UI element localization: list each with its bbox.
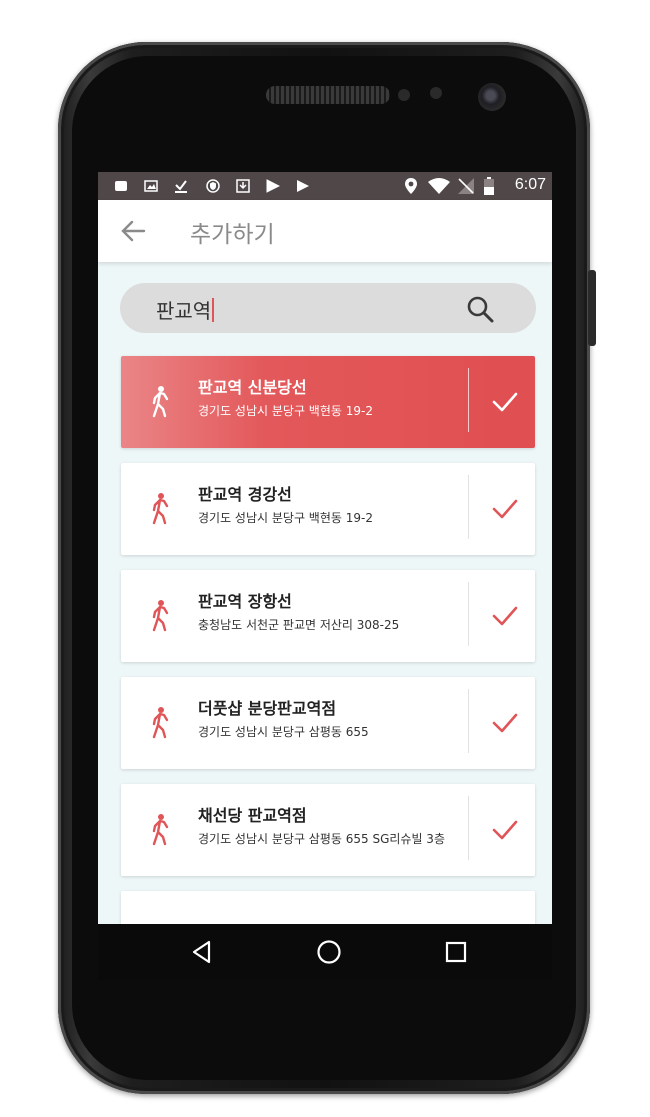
search-icon[interactable] bbox=[466, 295, 494, 323]
download-done-icon bbox=[175, 180, 187, 193]
walking-person-icon bbox=[152, 600, 169, 632]
result-card[interactable]: 더풋샵 분당판교역점경기도 성남시 분당구 삼평동 655 bbox=[121, 677, 535, 769]
search-input-value: 판교역 bbox=[156, 299, 212, 323]
check-icon[interactable] bbox=[491, 711, 519, 735]
nav-recents-icon[interactable] bbox=[442, 938, 470, 966]
result-address: 충청남도 서천군 판교면 저산리 308-25 bbox=[198, 618, 400, 632]
walking-person-icon bbox=[152, 814, 169, 846]
result-card[interactable]: 채선당 판교역점경기도 성남시 분당구 삼평동 655 SG리슈빌 3층 bbox=[121, 784, 535, 876]
phone-screen: 6:07 추가하기 판교역 판교역 신분당선경기도 성남시 분당구 백현동 19… bbox=[98, 172, 552, 980]
no-signal-icon bbox=[458, 178, 474, 194]
shield-icon bbox=[206, 179, 220, 193]
result-name: 채선당 판교역점 bbox=[198, 806, 307, 825]
phone-speaker bbox=[266, 86, 390, 104]
result-address: 경기도 성남시 분당구 삼평동 655 SG리슈빌 3층 bbox=[198, 832, 445, 846]
search-input[interactable]: 판교역 bbox=[156, 295, 215, 324]
check-icon[interactable] bbox=[491, 390, 519, 414]
result-address: 경기도 성남시 분당구 삼평동 655 bbox=[198, 725, 369, 739]
card-divider bbox=[468, 796, 469, 860]
card-divider bbox=[468, 475, 469, 539]
result-address: 경기도 성남시 분당구 백현동 19-2 bbox=[198, 404, 373, 418]
flag-icon bbox=[297, 180, 309, 192]
battery-icon bbox=[484, 177, 494, 195]
navigation-bar bbox=[98, 924, 552, 980]
location-icon bbox=[405, 178, 417, 194]
phone-camera bbox=[478, 83, 506, 111]
result-card[interactable]: 판교역 신분당선경기도 성남시 분당구 백현동 19-2 bbox=[121, 356, 535, 448]
phone-sensor bbox=[430, 87, 442, 99]
phone-power-button bbox=[588, 270, 596, 346]
nav-back-icon[interactable] bbox=[188, 938, 216, 966]
result-name: 더풋샵 분당판교역점 bbox=[198, 699, 337, 718]
walking-person-icon bbox=[152, 707, 169, 739]
message-icon bbox=[115, 181, 127, 191]
result-card[interactable]: 판교역 경강선경기도 성남시 분당구 백현동 19-2 bbox=[121, 463, 535, 555]
walking-person-icon bbox=[152, 386, 169, 418]
result-name: 판교역 경강선 bbox=[198, 485, 292, 504]
nav-home-icon[interactable] bbox=[315, 938, 343, 966]
check-icon[interactable] bbox=[491, 818, 519, 842]
wifi-icon bbox=[428, 178, 450, 194]
card-divider bbox=[468, 368, 469, 432]
result-card[interactable]: 판교역 장항선충청남도 서천군 판교면 저산리 308-25 bbox=[121, 570, 535, 662]
flag-icon bbox=[266, 179, 280, 193]
search-field[interactable]: 판교역 bbox=[120, 283, 536, 333]
download-icon bbox=[236, 179, 250, 193]
back-arrow-icon[interactable] bbox=[120, 218, 146, 244]
image-icon bbox=[144, 180, 158, 192]
check-icon[interactable] bbox=[491, 604, 519, 628]
text-caret bbox=[212, 298, 215, 322]
result-name: 판교역 장항선 bbox=[198, 592, 292, 611]
app-bar: 추가하기 bbox=[98, 200, 552, 262]
walking-person-icon bbox=[152, 493, 169, 525]
card-divider bbox=[468, 582, 469, 646]
result-address: 경기도 성남시 분당구 백현동 19-2 bbox=[198, 511, 373, 525]
phone-sensor bbox=[398, 89, 410, 101]
result-name: 판교역 신분당선 bbox=[198, 378, 307, 397]
page-title: 추가하기 bbox=[190, 222, 275, 248]
status-time: 6:07 bbox=[514, 176, 546, 193]
status-bar: 6:07 bbox=[98, 172, 552, 200]
check-icon[interactable] bbox=[491, 497, 519, 521]
card-divider bbox=[468, 689, 469, 753]
